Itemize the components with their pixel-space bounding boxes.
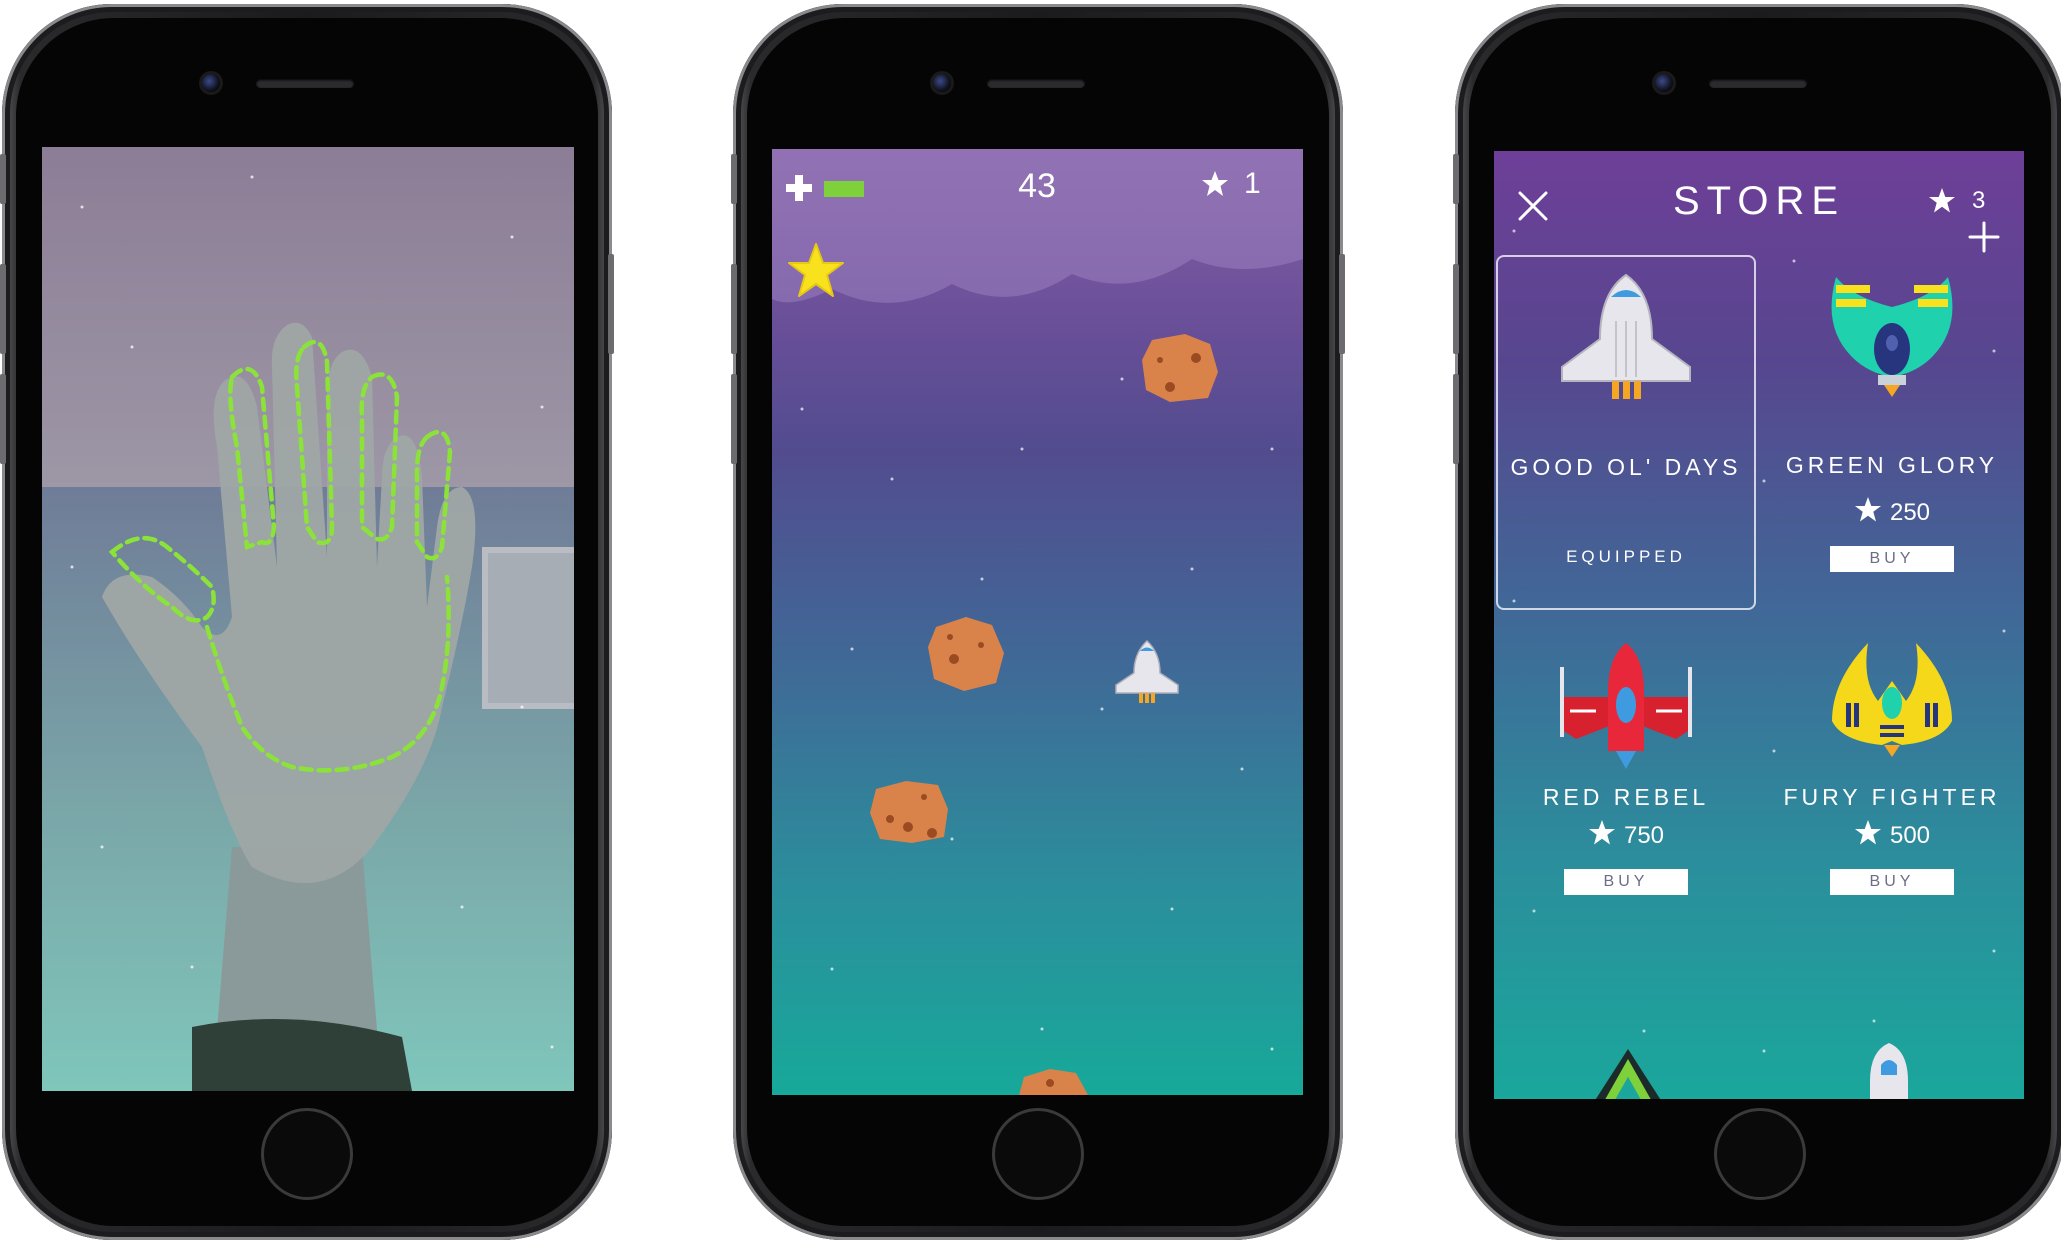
price-value: 250 (1889, 499, 1931, 526)
star-field (772, 149, 1303, 1051)
power-button (608, 254, 614, 354)
price-value: 500 (1889, 822, 1931, 849)
sleeve (192, 1019, 412, 1091)
power-button (1339, 254, 1345, 354)
mute-switch (1453, 154, 1459, 204)
buy-button-red-rebel[interactable]: BUY (1564, 869, 1688, 895)
store-item-partial-white-ship-icon[interactable] (1864, 1041, 1914, 1099)
camera-hand (102, 322, 476, 1091)
store-item-partial-green-ship-icon[interactable] (1588, 1045, 1668, 1099)
price-star-icon (1854, 820, 1881, 845)
store-item-red-rebel[interactable]: RED REBEL 750 BUY (1496, 641, 1756, 941)
home-button[interactable] (992, 1108, 1084, 1200)
front-camera (1655, 74, 1673, 92)
mute-switch (0, 154, 6, 204)
store-item-name: FURY FIGHTER (1783, 784, 2001, 810)
buy-button-green-glory[interactable]: BUY (1830, 546, 1954, 572)
store-item-name: GREEN GLORY (1785, 452, 1999, 478)
star-balance-value: 3 (1972, 187, 1986, 214)
earpiece-speaker (987, 79, 1085, 88)
volume-down-button (0, 374, 6, 464)
red-rebel-ship-icon (1560, 643, 1692, 769)
store-title: STORE (1672, 179, 1846, 223)
store-item-good-ol-days[interactable]: GOOD OL' DAYS EQUIPPED (1496, 255, 1756, 610)
price-star-icon (1854, 497, 1881, 522)
gameplay-screen: 43 1 (772, 149, 1303, 1095)
store-item-fury-fighter[interactable]: FURY FIGHTER 500 BUY (1762, 641, 2022, 941)
star-count-value: 1 (1244, 167, 1261, 200)
store-item-price: 750 (1496, 819, 1756, 850)
player-spaceship[interactable] (1112, 639, 1182, 711)
volume-up-button (731, 264, 737, 354)
score-counter: 43 (1018, 167, 1056, 205)
earpiece-speaker (256, 79, 354, 88)
star-balance-icon (1929, 188, 1955, 213)
green-glory-ship-icon (1831, 277, 1953, 397)
good-ol-days-ship-icon (1561, 273, 1691, 399)
mute-switch (731, 154, 737, 204)
earpiece-speaker (1709, 79, 1807, 88)
health-bar (824, 181, 864, 197)
asteroid (1019, 1069, 1088, 1095)
store-item-price: 250 (1762, 496, 2022, 527)
front-camera (933, 74, 951, 92)
asteroid (870, 781, 948, 843)
volume-up-button (1453, 264, 1459, 354)
price-value: 750 (1623, 822, 1665, 849)
asteroid (928, 617, 1004, 691)
asteroid (1142, 334, 1218, 402)
store-screen: STORE 3 GOOD OL' DAYS EQUIPPED GREEN GLO… (1494, 151, 2024, 1099)
home-button[interactable] (1714, 1108, 1806, 1200)
volume-down-button (1453, 374, 1459, 464)
star-count-icon (1202, 171, 1228, 196)
store-item-green-glory[interactable]: GREEN GLORY 250 BUY (1762, 255, 2022, 610)
add-stars-icon[interactable] (1968, 221, 2000, 253)
hand-calibration-screen (42, 147, 574, 1091)
store-item-price: 500 (1762, 819, 2022, 850)
equipped-label: EQUIPPED (1566, 547, 1686, 566)
price-star-icon (1588, 820, 1615, 845)
volume-up-button (0, 264, 6, 354)
store-item-name: GOOD OL' DAYS (1510, 454, 1742, 480)
close-icon[interactable] (1516, 189, 1550, 223)
collectible-star (788, 243, 844, 297)
store-item-name: RED REBEL (1542, 784, 1710, 810)
fury-fighter-ship-icon (1832, 643, 1952, 757)
volume-down-button (731, 374, 737, 464)
home-button[interactable] (261, 1108, 353, 1200)
front-camera (202, 74, 220, 92)
buy-button-fury-fighter[interactable]: BUY (1830, 869, 1954, 895)
add-health-icon[interactable] (784, 173, 814, 203)
